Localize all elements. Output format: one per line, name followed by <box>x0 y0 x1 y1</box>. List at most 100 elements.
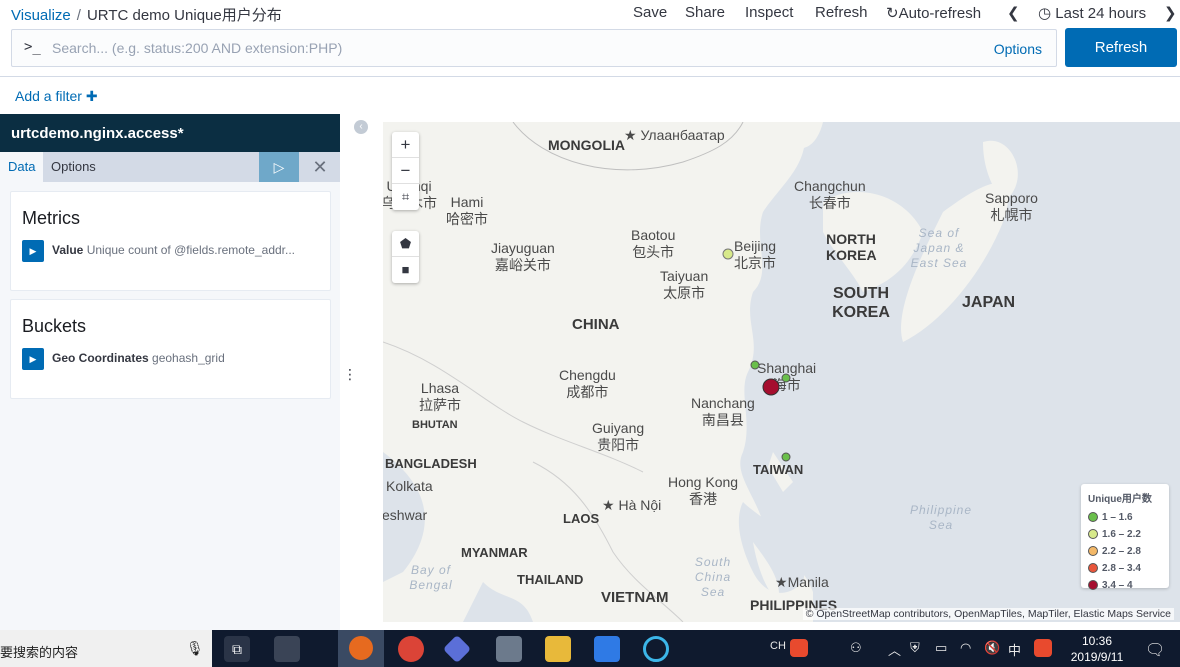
auto-refresh-label: Auto-refresh <box>898 5 982 22</box>
map-legend: Unique用户数 1 – 1.6 1.6 – 2.2 2.2 – 2.8 2.… <box>1081 484 1169 591</box>
legend-item: 2.8 – 3.4 <box>1088 560 1162 577</box>
taskbar-search-box[interactable]: 要搜索的内容 <box>0 630 212 667</box>
taskbar-clock[interactable]: 10:36 2019/9/11 <box>1068 633 1126 665</box>
breadcrumb-visualize-link[interactable]: Visualize <box>11 7 71 24</box>
screenshot-app-icon[interactable] <box>496 636 522 662</box>
filter-bar: Add a filter ✚ <box>0 76 1180 114</box>
map-attribution[interactable]: © OpenStreetMap contributors, OpenMapTil… <box>802 608 1174 620</box>
ime-ch-icon[interactable]: CH <box>770 640 786 652</box>
time-back-icon[interactable]: ❮ <box>1007 4 1020 22</box>
sogou-icon[interactable] <box>790 639 808 657</box>
collapse-sidebar-icon[interactable]: ‹ <box>354 120 368 134</box>
network-icon[interactable]: ◠ <box>960 640 971 656</box>
query-language-icon[interactable]: >_ <box>24 39 41 55</box>
legend-item-label: 2.8 – 3.4 <box>1102 563 1141 574</box>
legend-dot <box>1088 512 1098 523</box>
caret-right-icon[interactable]: ▶ <box>22 240 44 262</box>
plus-icon: ✚ <box>85 88 98 104</box>
caret-right-icon[interactable]: ▶ <box>22 348 44 370</box>
people-icon[interactable]: ⚇ <box>850 640 862 656</box>
geohash-marker[interactable] <box>781 452 791 462</box>
sogou-tray-icon[interactable] <box>1034 639 1052 657</box>
time-range-picker[interactable]: ◷ Last 24 hours <box>1038 4 1146 22</box>
firefox-logo <box>349 636 373 660</box>
tab-options[interactable]: Options <box>51 159 96 174</box>
share-button[interactable]: Share <box>685 4 725 21</box>
chat-app-icon[interactable] <box>643 636 669 662</box>
legend-title: Unique用户数 <box>1088 494 1152 505</box>
volume-muted-icon[interactable]: 🔇 <box>984 640 1000 656</box>
legend-item: 2.2 – 2.8 <box>1088 543 1162 560</box>
legend-dot <box>1088 546 1098 557</box>
clock-date: 2019/9/11 <box>1070 650 1124 664</box>
geohash-marker[interactable] <box>722 248 734 260</box>
chrome-icon[interactable] <box>398 636 424 662</box>
editor-sidebar: urtcdemo.nginx.access* Data Options ▷ ✕ … <box>0 114 340 630</box>
inspect-button[interactable]: Inspect <box>745 4 793 21</box>
auto-refresh-button[interactable]: ↻Auto-refresh <box>886 4 981 22</box>
metric-agg-row[interactable]: ▶ Value Unique count of @fields.remote_ad… <box>22 240 322 262</box>
clock-time: 10:36 <box>1081 634 1113 648</box>
microphone-icon[interactable]: 🎙 <box>186 640 204 657</box>
draw-polygon-icon[interactable]: ⬟ <box>392 231 419 257</box>
bucket-agg-label: Geo Coordinates <box>52 351 149 366</box>
windows-taskbar: 要搜索的内容 🎙 ⧉ CH ⚇ ︿ ⛨ ▭ ◠ 🔇 中 10:36 2019/9/… <box>0 630 1180 667</box>
draw-controls: ⬟ ■ <box>392 231 419 283</box>
notes-app-icon[interactable] <box>594 636 620 662</box>
legend-item: 3.4 – 4 <box>1088 577 1162 594</box>
legend-item-label: 2.2 – 2.8 <box>1102 546 1141 557</box>
time-range-label: Last 24 hours <box>1055 5 1147 22</box>
clock-icon: ◷ <box>1038 5 1052 22</box>
ime-mode-indicator[interactable]: 中 <box>1008 640 1021 659</box>
notifications-icon[interactable]: 🗨 <box>1145 640 1165 660</box>
geohash-marker[interactable] <box>750 360 760 370</box>
draw-rectangle-icon[interactable]: ■ <box>392 257 419 283</box>
apply-changes-play-icon[interactable]: ▷ <box>259 152 299 182</box>
top-nav: Visualize / URTC demo Unique用户分布 Save Shar… <box>0 0 1180 26</box>
fit-bounds-icon[interactable]: ⌗ <box>392 184 419 210</box>
refresh-menu-button[interactable]: Refresh <box>815 4 868 21</box>
metric-agg-description: Unique count of @fields.remote_addr... <box>86 243 296 258</box>
legend-dot <box>1088 563 1098 574</box>
metrics-title: Metrics <box>22 208 80 228</box>
tab-data[interactable]: Data <box>0 152 44 182</box>
add-filter-link[interactable]: Add a filter ✚ <box>15 88 98 105</box>
security-shield-icon[interactable]: ⛨ <box>910 640 920 656</box>
search-input[interactable]: Search... (e.g. status:200 AND extension… <box>52 40 342 56</box>
git-icon[interactable] <box>442 634 472 664</box>
page-title: URTC demo Unique用户分布 <box>86 7 282 24</box>
query-options-link[interactable]: Options <box>994 41 1042 57</box>
app-icon[interactable] <box>274 636 300 662</box>
task-view-icon[interactable]: ⧉ <box>224 636 250 662</box>
bucket-agg-description: geohash_grid <box>152 351 225 366</box>
refresh-button[interactable]: Refresh <box>1065 28 1177 67</box>
metric-agg-label: Value <box>52 243 84 258</box>
coordinate-map[interactable]: MONGOLIA ★ Улаанбаатар Urumqi乌鲁木市 Hami哈密… <box>383 122 1180 622</box>
legend-item: 1 – 1.6 <box>1088 509 1162 526</box>
taskbar-search-text: 要搜索的内容 <box>0 645 79 660</box>
index-pattern-title: urtcdemo.nginx.access* <box>0 114 340 152</box>
breadcrumb: Visualize / URTC demo Unique用户分布 <box>11 4 282 25</box>
legend-item-label: 1.6 – 2.2 <box>1102 529 1141 540</box>
geohash-markers <box>722 248 791 462</box>
firefox-icon[interactable] <box>338 630 384 667</box>
add-filter-label: Add a filter <box>15 88 82 104</box>
legend-dot <box>1088 580 1098 591</box>
refresh-cycle-icon: ↻ <box>886 5 899 22</box>
zoom-out-button[interactable]: − <box>392 158 419 184</box>
time-forward-icon[interactable]: ❯ <box>1164 4 1177 22</box>
save-button[interactable]: Save <box>633 4 667 21</box>
resize-handle-icon[interactable]: ⋮ <box>343 366 357 383</box>
metrics-panel: Metrics ▶ Value Unique count of @fields.r… <box>10 191 331 291</box>
geohash-marker[interactable] <box>781 373 791 383</box>
query-bar[interactable]: >_ Search... (e.g. status:200 AND extens… <box>11 29 1057 67</box>
show-hidden-icons[interactable]: ︿ <box>888 640 901 659</box>
file-explorer-icon[interactable] <box>545 636 571 662</box>
bucket-agg-row[interactable]: ▶ Geo Coordinates geohash_grid <box>22 348 322 370</box>
discard-close-icon[interactable]: ✕ <box>306 152 334 182</box>
legend-item: 1.6 – 2.2 <box>1088 526 1162 543</box>
zoom-in-button[interactable]: + <box>392 132 419 158</box>
breadcrumb-separator: / <box>76 7 81 24</box>
battery-icon[interactable]: ▭ <box>935 640 947 656</box>
geohash-marker[interactable] <box>762 378 780 396</box>
